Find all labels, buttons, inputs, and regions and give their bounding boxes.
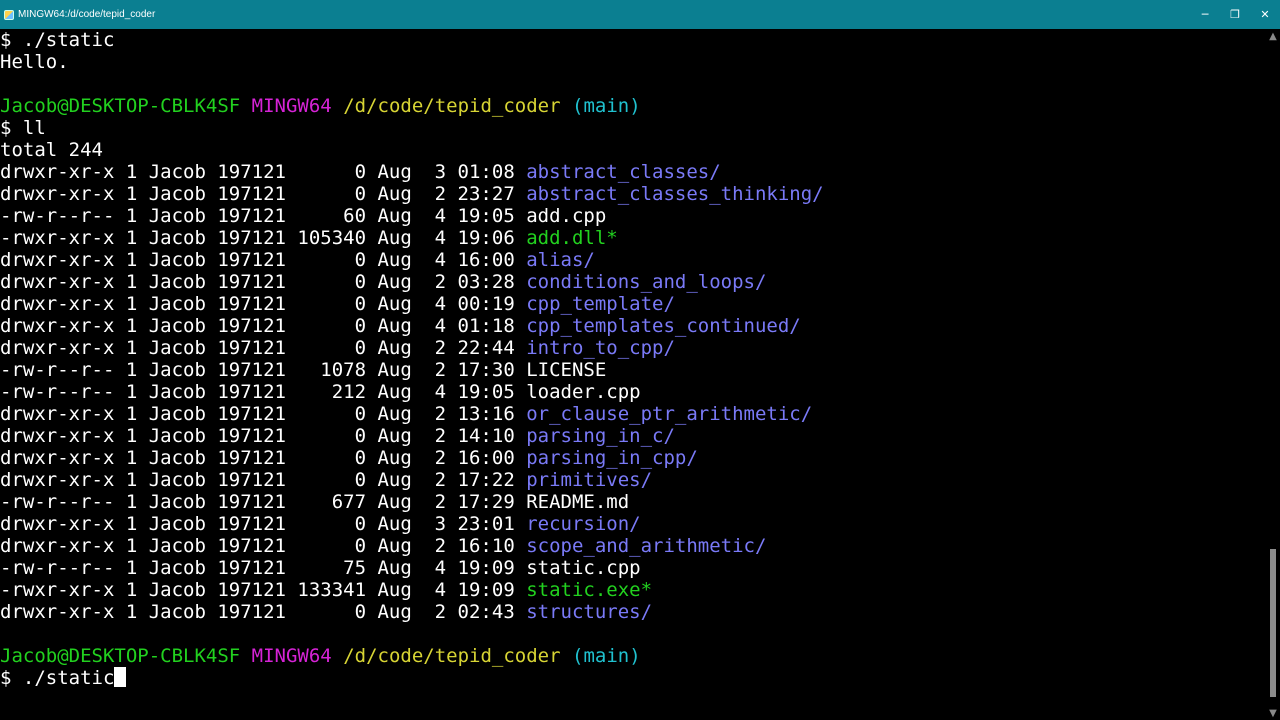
file-name: parsing_in_c/ (526, 425, 675, 447)
listing-row: drwxr-xr-x 1 Jacob 197121 0 Aug 4 01:18 … (0, 315, 801, 337)
file-name: or_clause_ptr_arithmetic/ (526, 403, 813, 425)
file-name: loader.cpp (526, 381, 641, 403)
close-button[interactable]: ✕ (1250, 0, 1280, 29)
listing-row: drwxr-xr-x 1 Jacob 197121 0 Aug 2 17:22 … (0, 469, 652, 491)
file-metadata: -rw-r--r-- 1 Jacob 197121 60 Aug 4 19:05 (0, 205, 527, 227)
file-metadata: -rwxr-xr-x 1 Jacob 197121 133341 Aug 4 1… (0, 579, 527, 601)
listing-row: drwxr-xr-x 1 Jacob 197121 0 Aug 2 03:28 … (0, 271, 766, 293)
file-metadata: drwxr-xr-x 1 Jacob 197121 0 Aug 4 01:18 (0, 315, 527, 337)
file-name: LICENSE (526, 359, 607, 381)
shell-prompt: Jacob@DESKTOP-CBLK4SF MINGW64 /d/code/te… (0, 645, 641, 667)
file-metadata: -rw-r--r-- 1 Jacob 197121 677 Aug 2 17:2… (0, 491, 527, 513)
listing-row: -rw-r--r-- 1 Jacob 197121 677 Aug 2 17:2… (0, 491, 629, 513)
prompt-branch: (main) (572, 645, 641, 667)
listing-row: drwxr-xr-x 1 Jacob 197121 0 Aug 2 02:43 … (0, 601, 652, 623)
file-name: add.dll* (526, 227, 618, 249)
prompt-env: MINGW64 (251, 95, 332, 117)
command-line: $ ./static (0, 29, 115, 51)
file-metadata: drwxr-xr-x 1 Jacob 197121 0 Aug 2 16:00 (0, 447, 527, 469)
file-name: README.md (526, 491, 630, 513)
window-title: MINGW64:/d/code/tepid_coder (18, 9, 156, 20)
listing-row: -rw-r--r-- 1 Jacob 197121 60 Aug 4 19:05… (0, 205, 606, 227)
scrollbar-thumb[interactable] (1270, 549, 1276, 697)
prompt-branch: (main) (572, 95, 641, 117)
file-metadata: drwxr-xr-x 1 Jacob 197121 0 Aug 2 23:27 (0, 183, 527, 205)
file-name: static.exe* (526, 579, 653, 601)
maximize-button[interactable]: ❐ (1220, 0, 1250, 29)
listing-row: -rw-r--r-- 1 Jacob 197121 212 Aug 4 19:0… (0, 381, 641, 403)
mintty-app-icon[interactable] (4, 9, 14, 20)
prompt-path: /d/code/tepid_coder (343, 95, 561, 117)
listing-row: drwxr-xr-x 1 Jacob 197121 0 Aug 3 23:01 … (0, 513, 641, 535)
file-metadata: drwxr-xr-x 1 Jacob 197121 0 Aug 4 16:00 (0, 249, 527, 271)
program-output: Hello. (0, 51, 69, 73)
file-name: conditions_and_loops/ (526, 271, 767, 293)
listing-row: drwxr-xr-x 1 Jacob 197121 0 Aug 4 00:19 … (0, 293, 675, 315)
prompt-path: /d/code/tepid_coder (343, 645, 561, 667)
file-metadata: -rw-r--r-- 1 Jacob 197121 75 Aug 4 19:09 (0, 557, 527, 579)
listing-total: total 244 (0, 139, 103, 161)
file-metadata: drwxr-xr-x 1 Jacob 197121 0 Aug 4 00:19 (0, 293, 527, 315)
file-metadata: -rw-r--r-- 1 Jacob 197121 1078 Aug 2 17:… (0, 359, 527, 381)
file-metadata: drwxr-xr-x 1 Jacob 197121 0 Aug 2 14:10 (0, 425, 527, 447)
file-name: parsing_in_cpp/ (526, 447, 698, 469)
listing-row: drwxr-xr-x 1 Jacob 197121 0 Aug 4 16:00 … (0, 249, 595, 271)
listing-row: drwxr-xr-x 1 Jacob 197121 0 Aug 2 14:10 … (0, 425, 675, 447)
file-name: add.cpp (526, 205, 607, 227)
scroll-up-arrow-icon[interactable]: ▲ (1266, 29, 1280, 43)
listing-row: drwxr-xr-x 1 Jacob 197121 0 Aug 2 23:27 … (0, 183, 824, 205)
listing-row: -rwxr-xr-x 1 Jacob 197121 105340 Aug 4 1… (0, 227, 618, 249)
listing-row: drwxr-xr-x 1 Jacob 197121 0 Aug 2 13:16 … (0, 403, 812, 425)
file-metadata: -rwxr-xr-x 1 Jacob 197121 105340 Aug 4 1… (0, 227, 527, 249)
prompt-env: MINGW64 (251, 645, 332, 667)
file-metadata: -rw-r--r-- 1 Jacob 197121 212 Aug 4 19:0… (0, 381, 527, 403)
prompt-user-host: Jacob@DESKTOP-CBLK4SF (0, 645, 241, 667)
scroll-down-arrow-icon[interactable]: ▼ (1266, 706, 1280, 720)
file-metadata: drwxr-xr-x 1 Jacob 197121 0 Aug 2 13:16 (0, 403, 527, 425)
file-metadata: drwxr-xr-x 1 Jacob 197121 0 Aug 3 23:01 (0, 513, 527, 535)
file-name: recursion/ (526, 513, 641, 535)
listing-row: -rw-r--r-- 1 Jacob 197121 1078 Aug 2 17:… (0, 359, 606, 381)
command-line: $ ll (0, 117, 46, 139)
file-name: static.cpp (526, 557, 641, 579)
vertical-scrollbar[interactable]: ▲ ▼ (1266, 29, 1280, 720)
title-bar[interactable]: MINGW64:/d/code/tepid_coder ─ ❐ ✕ (0, 0, 1280, 29)
file-name: abstract_classes/ (526, 161, 721, 183)
shell-prompt: Jacob@DESKTOP-CBLK4SF MINGW64 /d/code/te… (0, 95, 641, 117)
file-name: intro_to_cpp/ (526, 337, 675, 359)
window-controls: ─ ❐ ✕ (1190, 0, 1280, 29)
file-metadata: drwxr-xr-x 1 Jacob 197121 0 Aug 2 02:43 (0, 601, 527, 623)
listing-row: drwxr-xr-x 1 Jacob 197121 0 Aug 2 16:00 … (0, 447, 698, 469)
terminal-output[interactable]: $ ./static Hello. Jacob@DESKTOP-CBLK4SF … (0, 29, 1266, 720)
file-name: cpp_templates_continued/ (526, 315, 801, 337)
listing-row: -rw-r--r-- 1 Jacob 197121 75 Aug 4 19:09… (0, 557, 641, 579)
file-metadata: drwxr-xr-x 1 Jacob 197121 0 Aug 2 16:10 (0, 535, 527, 557)
file-name: cpp_template/ (526, 293, 675, 315)
listing-row: -rwxr-xr-x 1 Jacob 197121 133341 Aug 4 1… (0, 579, 652, 601)
file-name: alias/ (526, 249, 595, 271)
text-cursor (114, 667, 127, 687)
file-metadata: drwxr-xr-x 1 Jacob 197121 0 Aug 2 03:28 (0, 271, 527, 293)
listing-row: drwxr-xr-x 1 Jacob 197121 0 Aug 3 01:08 … (0, 161, 721, 183)
file-name: structures/ (526, 601, 653, 623)
listing-row: drwxr-xr-x 1 Jacob 197121 0 Aug 2 16:10 … (0, 535, 766, 557)
file-name: abstract_classes_thinking/ (526, 183, 824, 205)
minimize-button[interactable]: ─ (1190, 0, 1220, 29)
command-input[interactable]: $ ./static (0, 667, 114, 689)
prompt-user-host: Jacob@DESKTOP-CBLK4SF (0, 95, 241, 117)
file-metadata: drwxr-xr-x 1 Jacob 197121 0 Aug 2 17:22 (0, 469, 527, 491)
input-line[interactable]: $ ./static (0, 667, 127, 689)
file-metadata: drwxr-xr-x 1 Jacob 197121 0 Aug 2 22:44 (0, 337, 527, 359)
file-name: primitives/ (526, 469, 653, 491)
file-name: scope_and_arithmetic/ (526, 535, 767, 557)
listing-row: drwxr-xr-x 1 Jacob 197121 0 Aug 2 22:44 … (0, 337, 675, 359)
file-metadata: drwxr-xr-x 1 Jacob 197121 0 Aug 3 01:08 (0, 161, 527, 183)
